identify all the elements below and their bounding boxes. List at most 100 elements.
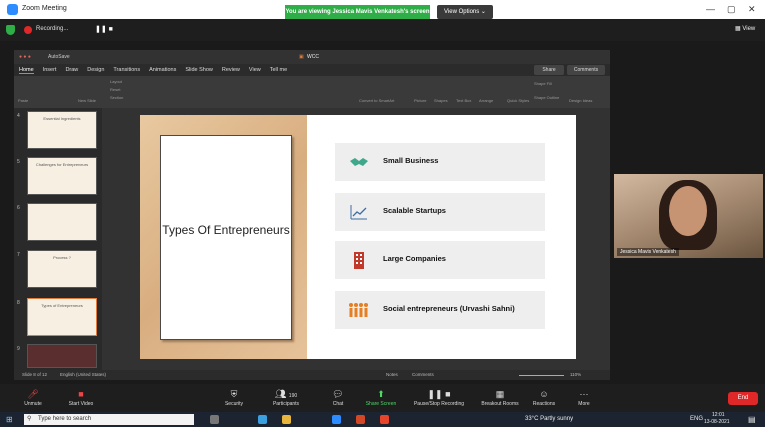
- zoom-logo-icon: [7, 4, 18, 15]
- ribbon-label[interactable]: Design Ideas: [569, 98, 592, 103]
- close-button[interactable]: ✕: [748, 4, 756, 15]
- powerpoint-taskbar-icon[interactable]: [356, 415, 365, 424]
- ppt-tab[interactable]: Tell me: [270, 67, 287, 73]
- security-shield-icon: [6, 25, 15, 35]
- participants-icon: 👥︎ 190: [274, 389, 298, 399]
- ppt-tab[interactable]: Review: [222, 67, 240, 73]
- share-button[interactable]: Share: [534, 65, 564, 75]
- ppt-tab[interactable]: Transitions: [113, 67, 140, 73]
- ppt-title-bar: ● ● ● AutoSave ▣ WCC: [14, 50, 610, 64]
- slide-thumbnail[interactable]: [27, 344, 97, 368]
- zoom-taskbar-icon[interactable]: [332, 415, 341, 424]
- view-button[interactable]: ▦ View: [735, 25, 755, 32]
- ppt-tab[interactable]: Animations: [149, 67, 176, 73]
- comments-status-button[interactable]: Comments: [412, 372, 434, 377]
- ribbon-label[interactable]: Reset: [110, 87, 120, 92]
- thumbnail-title: Process ?: [53, 255, 71, 260]
- ribbon-label[interactable]: Shapes: [434, 98, 448, 103]
- entrepreneur-type-label: Large Companies: [383, 254, 446, 263]
- pause-recording-button[interactable]: ❚❚ ■: [95, 25, 113, 33]
- slide-counter: Slide 8 of 12: [22, 372, 48, 377]
- taskbar-search-input[interactable]: ⚲ Type here to search: [24, 414, 194, 425]
- zoom-slider[interactable]: [519, 375, 564, 376]
- share-screen-button[interactable]: ⬆ Share Screen: [353, 387, 409, 407]
- clock-time[interactable]: 12:01: [712, 412, 725, 418]
- ribbon-label[interactable]: Paste: [18, 98, 28, 103]
- search-placeholder: Type here to search: [38, 416, 92, 422]
- pause-stop-recording-button[interactable]: ❚❚ ■ Pause/Stop Recording: [405, 387, 473, 407]
- people-icon: [349, 301, 369, 319]
- recording-label: Recording...: [36, 26, 69, 32]
- view-options-label: View Options: [444, 9, 480, 15]
- participant-video[interactable]: Jessica Mavis Venkatesh: [614, 174, 763, 258]
- maximize-button[interactable]: ▢: [727, 4, 736, 15]
- ribbon-label[interactable]: New Slide: [78, 98, 96, 103]
- window-title: Zoom Meeting: [22, 5, 67, 12]
- ppt-tab[interactable]: Draw: [65, 67, 78, 73]
- start-video-button[interactable]: ■ Start Video: [53, 387, 109, 407]
- share-screen-icon: ⬆: [377, 389, 385, 399]
- share-screen-label: Share Screen: [365, 401, 397, 407]
- ppt-tab[interactable]: Insert: [43, 67, 57, 73]
- end-meeting-button[interactable]: End: [728, 392, 758, 405]
- security-button[interactable]: ⛨ Security: [206, 387, 262, 407]
- ribbon-label[interactable]: Shape Outline: [534, 95, 559, 100]
- line-chart-icon: [349, 203, 369, 221]
- participants-count: 190: [288, 393, 298, 399]
- ribbon-label[interactable]: Layout: [110, 79, 122, 84]
- ppt-tab[interactable]: View: [249, 67, 261, 73]
- entrepreneur-type-label: Social entrepreneurs (Urvashi Sahni): [383, 304, 515, 313]
- chrome-icon[interactable]: [380, 415, 389, 424]
- ribbon-label[interactable]: Shape Fill: [534, 81, 552, 86]
- file-explorer-icon[interactable]: [282, 415, 291, 424]
- share-banner: You are viewing Jessica Mavis Venkatesh'…: [285, 5, 430, 19]
- clock-date[interactable]: 13-08-2021: [704, 419, 730, 425]
- ppt-tab[interactable]: Home: [19, 67, 34, 74]
- zoom-title-bar: Zoom Meeting You are viewing Jessica Mav…: [0, 0, 765, 19]
- windows-start-icon[interactable]: ⊞: [6, 415, 13, 424]
- slide-title: Types Of Entrepreneurs: [162, 223, 290, 237]
- edge-icon[interactable]: [258, 415, 267, 424]
- slide-thumbnail[interactable]: Essential Ingredients: [27, 111, 97, 149]
- ppt-ribbon: Paste New Slide Layout Reset Section Convert …: [14, 76, 610, 108]
- comments-button[interactable]: Comments: [567, 65, 605, 75]
- weather-status[interactable]: 33°C Partly sunny: [525, 416, 573, 422]
- ppt-menu-tabs: Home Insert Draw Design Transitions Animation…: [14, 64, 610, 76]
- language-indicator[interactable]: ENG: [690, 416, 703, 422]
- ribbon-label[interactable]: Quick Styles: [507, 98, 529, 103]
- ppt-tab[interactable]: Design: [87, 67, 104, 73]
- participant-face: [669, 186, 707, 236]
- building-icon: [349, 251, 369, 269]
- slide-thumbnail[interactable]: Process ?: [27, 250, 97, 288]
- video-off-icon: ■: [78, 389, 84, 399]
- minimize-button[interactable]: —: [706, 4, 715, 14]
- task-view-icon[interactable]: [210, 415, 219, 424]
- ribbon-label[interactable]: Arrange: [479, 98, 493, 103]
- more-label: More: [578, 401, 590, 407]
- view-label: View: [742, 26, 756, 32]
- recording-icon: [24, 26, 32, 34]
- notes-button[interactable]: Notes: [386, 372, 398, 377]
- entrepreneur-type-label: Small Business: [383, 156, 439, 165]
- participants-button[interactable]: 👥︎ 190 Participants: [258, 387, 314, 407]
- security-label: Security: [224, 401, 244, 407]
- slide-thumbnail[interactable]: [27, 203, 97, 241]
- notifications-icon[interactable]: ▤: [748, 415, 756, 424]
- entrepreneur-type-item: Large Companies: [335, 241, 545, 279]
- ribbon-label[interactable]: Picture: [414, 98, 426, 103]
- thumbnail-number: 9: [17, 346, 20, 352]
- ribbon-label[interactable]: Text Box: [456, 98, 471, 103]
- ribbon-label[interactable]: Convert to SmartArt: [359, 98, 394, 103]
- slide-thumbnail[interactable]: Challenges for Entrepreneurs: [27, 157, 97, 195]
- view-options-button[interactable]: View Options ⌄: [437, 5, 493, 19]
- slide-thumbnails: 4 Essential Ingredients 5 Challenges for En…: [14, 108, 102, 370]
- entrepreneur-type-item: Scalable Startups: [335, 193, 545, 231]
- slide-thumbnail[interactable]: Types of Entrepreneurs: [27, 298, 97, 336]
- more-button[interactable]: ··· More: [556, 387, 612, 407]
- ribbon-label[interactable]: Section: [110, 95, 123, 100]
- thumbnail-number: 8: [17, 300, 20, 306]
- thumbnail-title: Essential Ingredients: [43, 116, 81, 121]
- more-dots-icon: ···: [579, 389, 589, 399]
- thumbnail-number: 4: [17, 113, 20, 119]
- ppt-tab[interactable]: Slide Show: [185, 67, 213, 73]
